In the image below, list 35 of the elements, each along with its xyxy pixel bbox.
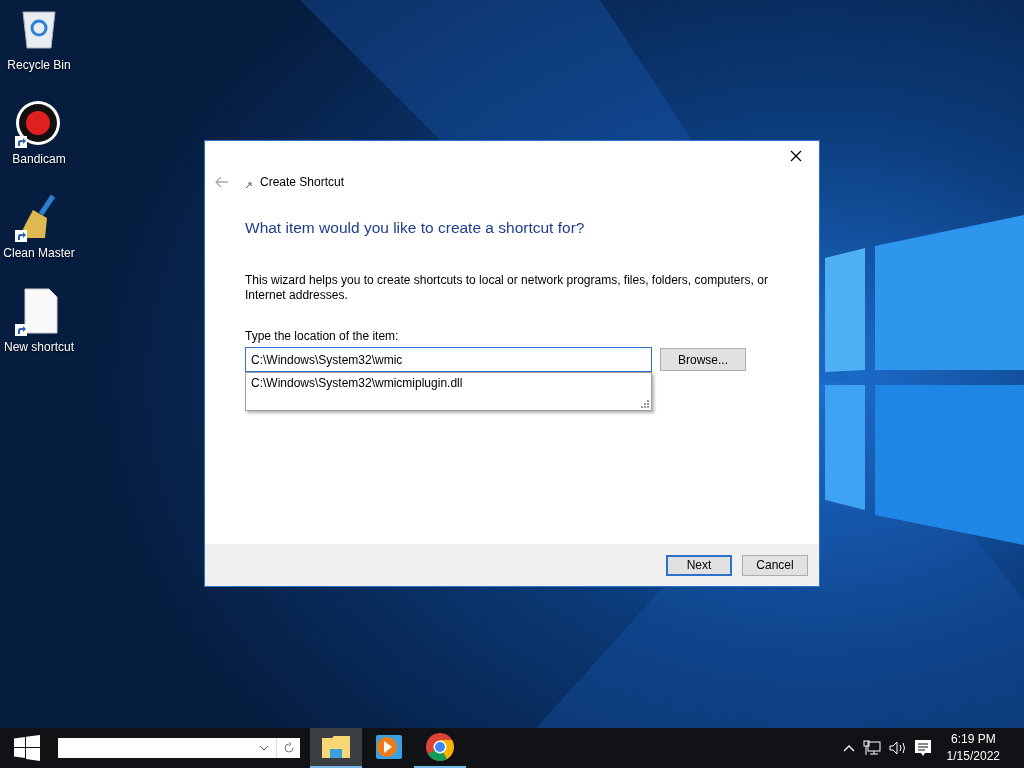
wizard-description: This wizard helps you to create shortcuts to local or network programs, files, folders, computers, or Internet addresses. bbox=[245, 273, 769, 303]
clock-time[interactable]: 6:19 PM bbox=[950, 731, 996, 748]
resize-grip-icon[interactable] bbox=[640, 399, 649, 408]
network-icon[interactable] bbox=[862, 740, 881, 756]
refresh-icon bbox=[282, 742, 295, 754]
search-field[interactable] bbox=[58, 738, 300, 758]
chevron-up-icon[interactable] bbox=[842, 744, 855, 752]
browse-button[interactable]: Browse... bbox=[660, 348, 746, 371]
windows-logo-icon bbox=[14, 735, 40, 761]
window-title: Create Shortcut bbox=[260, 175, 345, 189]
play-icon bbox=[374, 734, 402, 760]
record-icon[interactable] bbox=[15, 100, 61, 146]
browser-icon bbox=[425, 732, 455, 762]
location-field[interactable]: C:\Windows\System32\wmic bbox=[245, 347, 652, 372]
desktop-icon-label[interactable]: New shortcut bbox=[4, 340, 74, 354]
speaker-icon[interactable] bbox=[888, 741, 907, 755]
footer-button[interactable]: Next bbox=[666, 554, 732, 576]
desktop-icon-label[interactable]: Bandicam bbox=[12, 152, 66, 166]
shortcut-arrow-icon bbox=[15, 136, 27, 148]
clock-date[interactable]: 1/15/2022 bbox=[946, 748, 1000, 765]
shortcut-arrow-icon bbox=[15, 324, 27, 336]
suggestion-item[interactable]: C:\Windows\System32\wmicmiplugin.dll bbox=[246, 373, 651, 393]
wizard-heading: What item would you like to create a shortcut for? bbox=[245, 219, 586, 237]
close-icon bbox=[790, 150, 802, 162]
footer-button[interactable]: Cancel bbox=[742, 554, 808, 576]
file-icon[interactable] bbox=[23, 288, 59, 334]
taskbar-app-button[interactable] bbox=[310, 728, 362, 768]
shortcut-icon bbox=[245, 181, 253, 189]
desktop-icon-label[interactable]: Recycle Bin bbox=[7, 58, 71, 72]
shortcut-arrow-icon bbox=[15, 230, 27, 242]
notification-icon[interactable] bbox=[914, 739, 931, 757]
field-label: Type the location of the item: bbox=[245, 329, 400, 343]
chevron-down-icon bbox=[259, 745, 269, 751]
desktop-icon-label[interactable]: Clean Master bbox=[3, 246, 75, 260]
folder-icon bbox=[321, 734, 351, 760]
